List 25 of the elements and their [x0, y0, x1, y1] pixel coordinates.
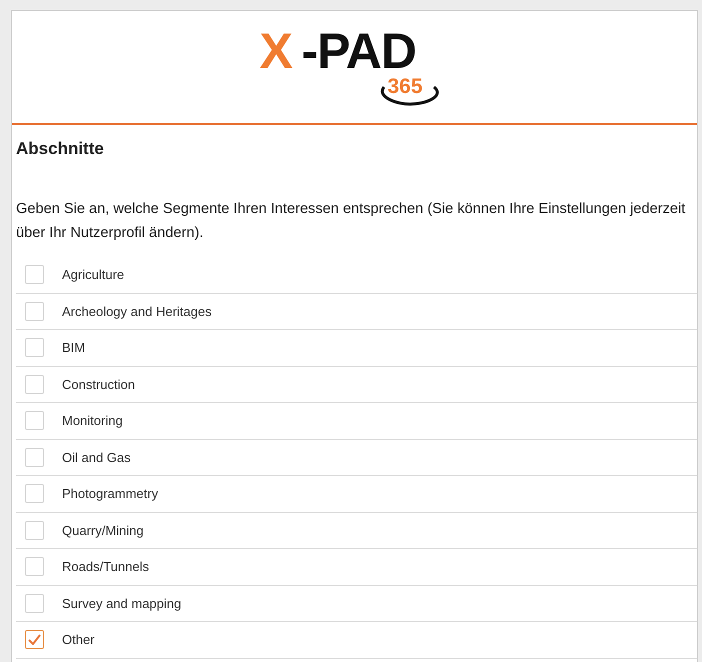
segment-label: Roads/Tunnels	[62, 559, 149, 574]
checkbox[interactable]	[25, 484, 44, 504]
logo-mark: X	[260, 22, 293, 81]
segment-label: Photogrammetry	[62, 486, 158, 502]
segment-label: Oil and Gas	[62, 450, 131, 465]
checkbox[interactable]	[25, 302, 44, 321]
checkbox[interactable]	[25, 374, 44, 394]
checkbox[interactable]	[25, 520, 44, 540]
checkbox[interactable]	[25, 594, 44, 613]
segment-label: Agriculture	[62, 267, 124, 282]
checkbox[interactable]	[25, 557, 44, 576]
segment-label: Construction	[62, 376, 135, 392]
segment-label: Archeology and Heritages	[62, 304, 212, 319]
checkbox[interactable]	[25, 338, 44, 358]
checkbox[interactable]	[25, 448, 44, 467]
section-title: Abschnitte	[16, 139, 105, 160]
segment-label: BIM	[62, 340, 86, 356]
segment-label: Other	[62, 632, 95, 648]
segment-label: Monitoring	[62, 413, 123, 428]
segment-label: Survey and mapping	[62, 596, 182, 611]
section-description: Geben Sie an, welche Segmente Ihren Interessen entsprechen (Sie können Ihre Einstellungen jederzeit über Ihr Nutzerprofil ändern).	[16, 200, 686, 243]
checkbox[interactable]	[25, 411, 44, 430]
segment-label: Quarry/Mining	[62, 522, 144, 538]
checkbox[interactable]	[25, 265, 44, 284]
checkbox[interactable]	[25, 630, 44, 650]
